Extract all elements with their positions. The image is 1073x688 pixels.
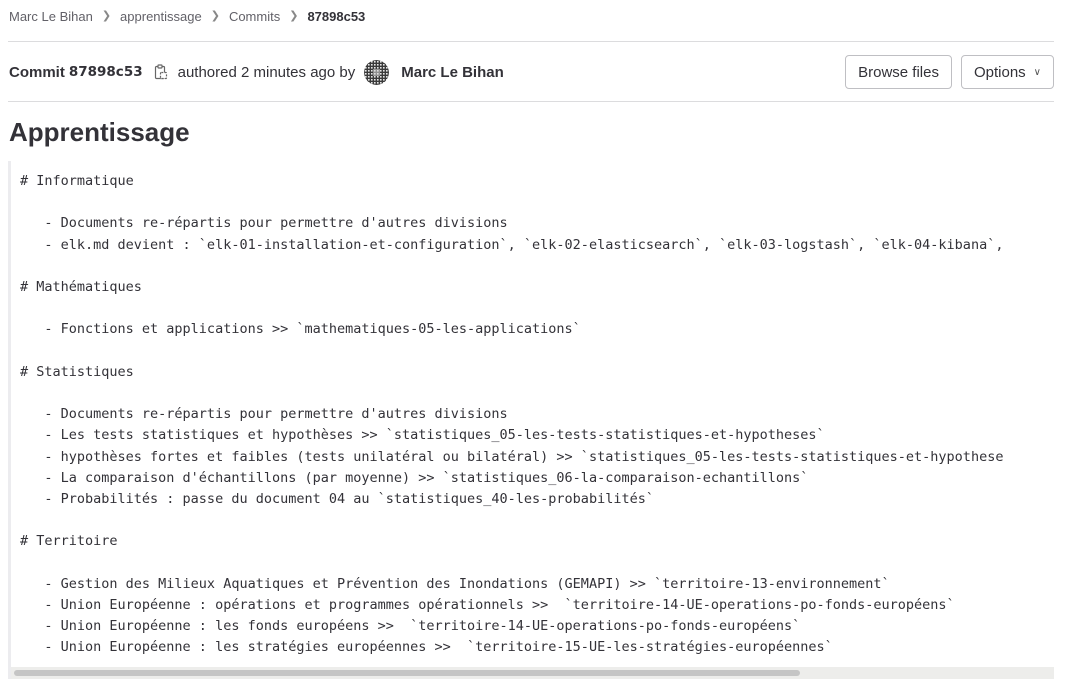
commit-title: Apprentissage <box>9 117 190 147</box>
description-line: - Fonctions et applications >> `mathemat… <box>20 321 581 338</box>
divider <box>8 41 1054 42</box>
commit-description: # Informatique - Documents re-répartis p… <box>8 161 1054 679</box>
commit-label: Commit <box>9 63 65 81</box>
description-line: - hypothèses fortes et faibles (tests un… <box>20 448 1004 465</box>
divider <box>8 101 1054 102</box>
description-line: - Documents re-répartis pour permettre d… <box>20 215 508 232</box>
scrollbar-thumb[interactable] <box>14 670 800 676</box>
description-heading-line: # Informatique <box>20 173 134 189</box>
description-line: - Gestion des Milieux Aquatiques et Prév… <box>20 575 890 592</box>
options-label: Options <box>973 63 1026 81</box>
copy-sha-button[interactable] <box>152 63 170 81</box>
browse-files-button[interactable]: Browse files <box>845 55 952 89</box>
commit-header: Commit 87898c53 authored 2 minutes ago b… <box>9 55 1054 89</box>
breadcrumb-current-commit[interactable]: 87898c53 <box>307 9 365 24</box>
chevron-down-icon: ∨ <box>1033 66 1041 78</box>
copy-to-clipboard-icon <box>154 64 167 80</box>
browse-files-label: Browse files <box>858 63 939 81</box>
commit-actions: Browse files Options ∨ <box>845 55 1054 89</box>
author-avatar[interactable] <box>364 59 390 85</box>
breadcrumb-commits[interactable]: Commits <box>229 9 280 24</box>
commit-description-text: # Informatique - Documents re-répartis p… <box>11 161 1054 659</box>
description-line: - Union Européenne : opérations et progr… <box>20 597 955 614</box>
chevron-right-icon: ❯ <box>289 9 299 22</box>
description-line: - Probabilités : passe du document 04 au… <box>20 491 654 508</box>
breadcrumb-project[interactable]: apprentissage <box>120 9 202 24</box>
description-heading-line: # Mathématiques <box>20 279 142 296</box>
horizontal-scrollbar[interactable] <box>11 667 1054 679</box>
commit-sha: 87898c53 <box>68 64 143 80</box>
chevron-right-icon: ❯ <box>210 9 220 22</box>
identicon-avatar-icon <box>364 59 390 85</box>
description-line: - La comparaison d'échantillons (par moy… <box>20 469 809 486</box>
chevron-right-icon: ❯ <box>101 9 112 22</box>
description-line: - Documents re-répartis pour permettre d… <box>20 406 508 423</box>
authored-text: authored 2 minutes ago by <box>177 63 356 81</box>
description-heading-line: # Statistiques <box>20 363 134 380</box>
breadcrumb: Marc Le Bihan ❯ apprentissage ❯ Commits … <box>9 0 365 32</box>
description-line: - Union Européenne : les stratégies euro… <box>20 639 833 656</box>
description-line: - elk.md devient : `elk-01-installation-… <box>20 236 1004 253</box>
breadcrumb-user[interactable]: Marc Le Bihan <box>9 9 93 24</box>
description-line: - Union Européenne : les fonds européens… <box>20 618 801 635</box>
options-dropdown-button[interactable]: Options ∨ <box>960 55 1054 89</box>
description-heading-line: # Territoire <box>20 533 118 550</box>
author-name-link[interactable]: Marc Le Bihan <box>401 64 504 81</box>
description-line: - Les tests statistiques et hypothèses >… <box>20 427 825 444</box>
